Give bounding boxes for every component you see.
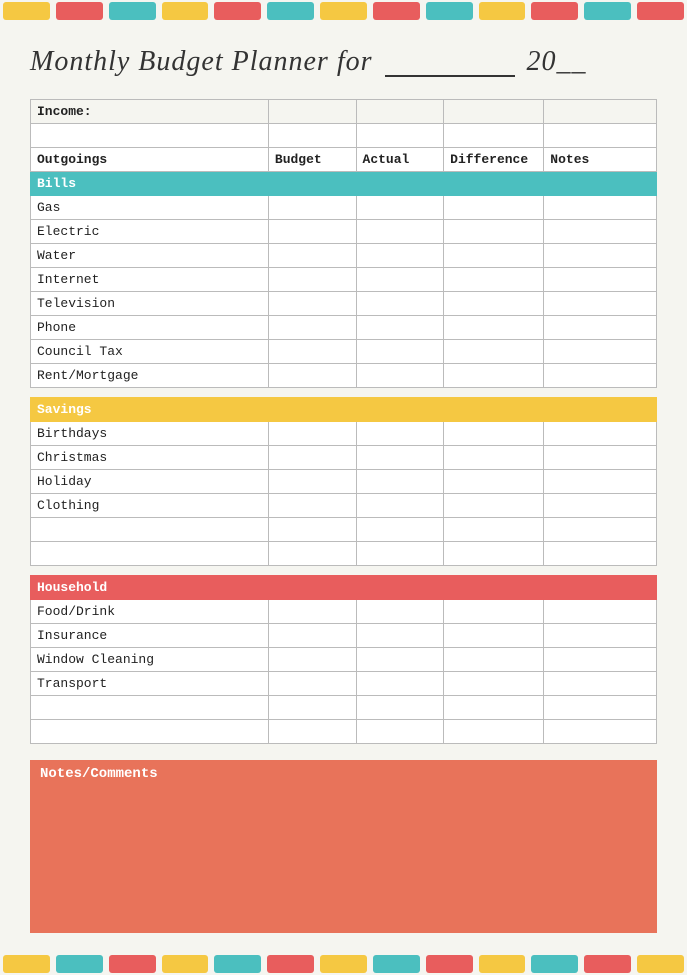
income-budget: [268, 99, 356, 123]
household-empty-row-2: [31, 719, 657, 743]
savings-empty-row-2: [31, 541, 657, 565]
gas-notes: [544, 195, 657, 219]
income-label: Income:: [31, 99, 269, 123]
col-header-notes: Notes: [544, 147, 657, 171]
item-clothing: Clothing: [31, 493, 269, 517]
item-internet: Internet: [31, 267, 269, 291]
gas-diff: [444, 195, 544, 219]
item-phone: Phone: [31, 315, 269, 339]
gas-actual: [356, 195, 444, 219]
item-rent-mortgage: Rent/Mortgage: [31, 363, 269, 387]
table-row: Christmas: [31, 445, 657, 469]
item-food-drink: Food/Drink: [31, 599, 269, 623]
title-year: 20__: [527, 46, 587, 77]
border-block-7: [320, 2, 367, 20]
bills-label: Bills: [31, 171, 657, 195]
budget-table: Income: Outgoings Budget Actual Differen…: [30, 99, 657, 744]
table-row: Council Tax: [31, 339, 657, 363]
border-block-1: [3, 2, 50, 20]
household-empty-row-1: [31, 695, 657, 719]
item-council-tax: Council Tax: [31, 339, 269, 363]
table-row: Food/Drink: [31, 599, 657, 623]
notes-header: Notes/Comments: [30, 760, 657, 788]
income-empty-row: [31, 123, 657, 147]
item-water: Water: [31, 243, 269, 267]
item-insurance: Insurance: [31, 623, 269, 647]
border-block-13: [637, 2, 684, 20]
border-block-9: [426, 2, 473, 20]
main-content: Monthly Budget Planner for 20__ Income: …: [0, 22, 687, 953]
border-block-5: [214, 2, 261, 20]
col-header-actual: Actual: [356, 147, 444, 171]
title-text: Monthly Budget Planner for: [30, 46, 373, 77]
household-label: Household: [31, 575, 657, 599]
border-block-3: [109, 2, 156, 20]
table-row: Birthdays: [31, 421, 657, 445]
border-block-12: [584, 2, 631, 20]
border-block-4: [162, 2, 209, 20]
spacer-row: [31, 387, 657, 397]
table-row: Holiday: [31, 469, 657, 493]
table-row: Electric: [31, 219, 657, 243]
table-row: Clothing: [31, 493, 657, 517]
notes-section: Notes/Comments: [30, 760, 657, 933]
income-actual: [356, 99, 444, 123]
table-row: Transport: [31, 671, 657, 695]
item-transport: Transport: [31, 671, 269, 695]
bills-category-header: Bills: [31, 171, 657, 195]
page-title: Monthly Budget Planner for 20__: [30, 46, 657, 81]
table-row: Television: [31, 291, 657, 315]
item-electric: Electric: [31, 219, 269, 243]
savings-empty-row-1: [31, 517, 657, 541]
notes-container: Notes/Comments: [30, 760, 657, 933]
savings-label: Savings: [31, 397, 657, 421]
gas-budget: [268, 195, 356, 219]
table-row: Internet: [31, 267, 657, 291]
table-row: Rent/Mortgage: [31, 363, 657, 387]
income-row: Income:: [31, 99, 657, 123]
table-row: Water: [31, 243, 657, 267]
bottom-border: [0, 953, 687, 975]
border-block-6: [267, 2, 314, 20]
col-header-difference: Difference: [444, 147, 544, 171]
item-gas: Gas: [31, 195, 269, 219]
income-diff: [444, 99, 544, 123]
item-christmas: Christmas: [31, 445, 269, 469]
item-television: Television: [31, 291, 269, 315]
spacer-row-2: [31, 565, 657, 575]
table-row: Insurance: [31, 623, 657, 647]
title-line: [385, 43, 515, 77]
border-block-11: [531, 2, 578, 20]
top-border: [0, 0, 687, 22]
border-block-2: [56, 2, 103, 20]
table-row: Phone: [31, 315, 657, 339]
table-row: Window Cleaning: [31, 647, 657, 671]
notes-body[interactable]: [38, 788, 649, 933]
column-header-row: Outgoings Budget Actual Difference Notes: [31, 147, 657, 171]
col-header-budget: Budget: [268, 147, 356, 171]
item-holiday: Holiday: [31, 469, 269, 493]
col-header-outgoings: Outgoings: [31, 147, 269, 171]
savings-category-header: Savings: [31, 397, 657, 421]
income-notes: [544, 99, 657, 123]
table-row: Gas: [31, 195, 657, 219]
border-block-10: [479, 2, 526, 20]
item-birthdays: Birthdays: [31, 421, 269, 445]
border-block-8: [373, 2, 420, 20]
household-category-header: Household: [31, 575, 657, 599]
item-window-cleaning: Window Cleaning: [31, 647, 269, 671]
